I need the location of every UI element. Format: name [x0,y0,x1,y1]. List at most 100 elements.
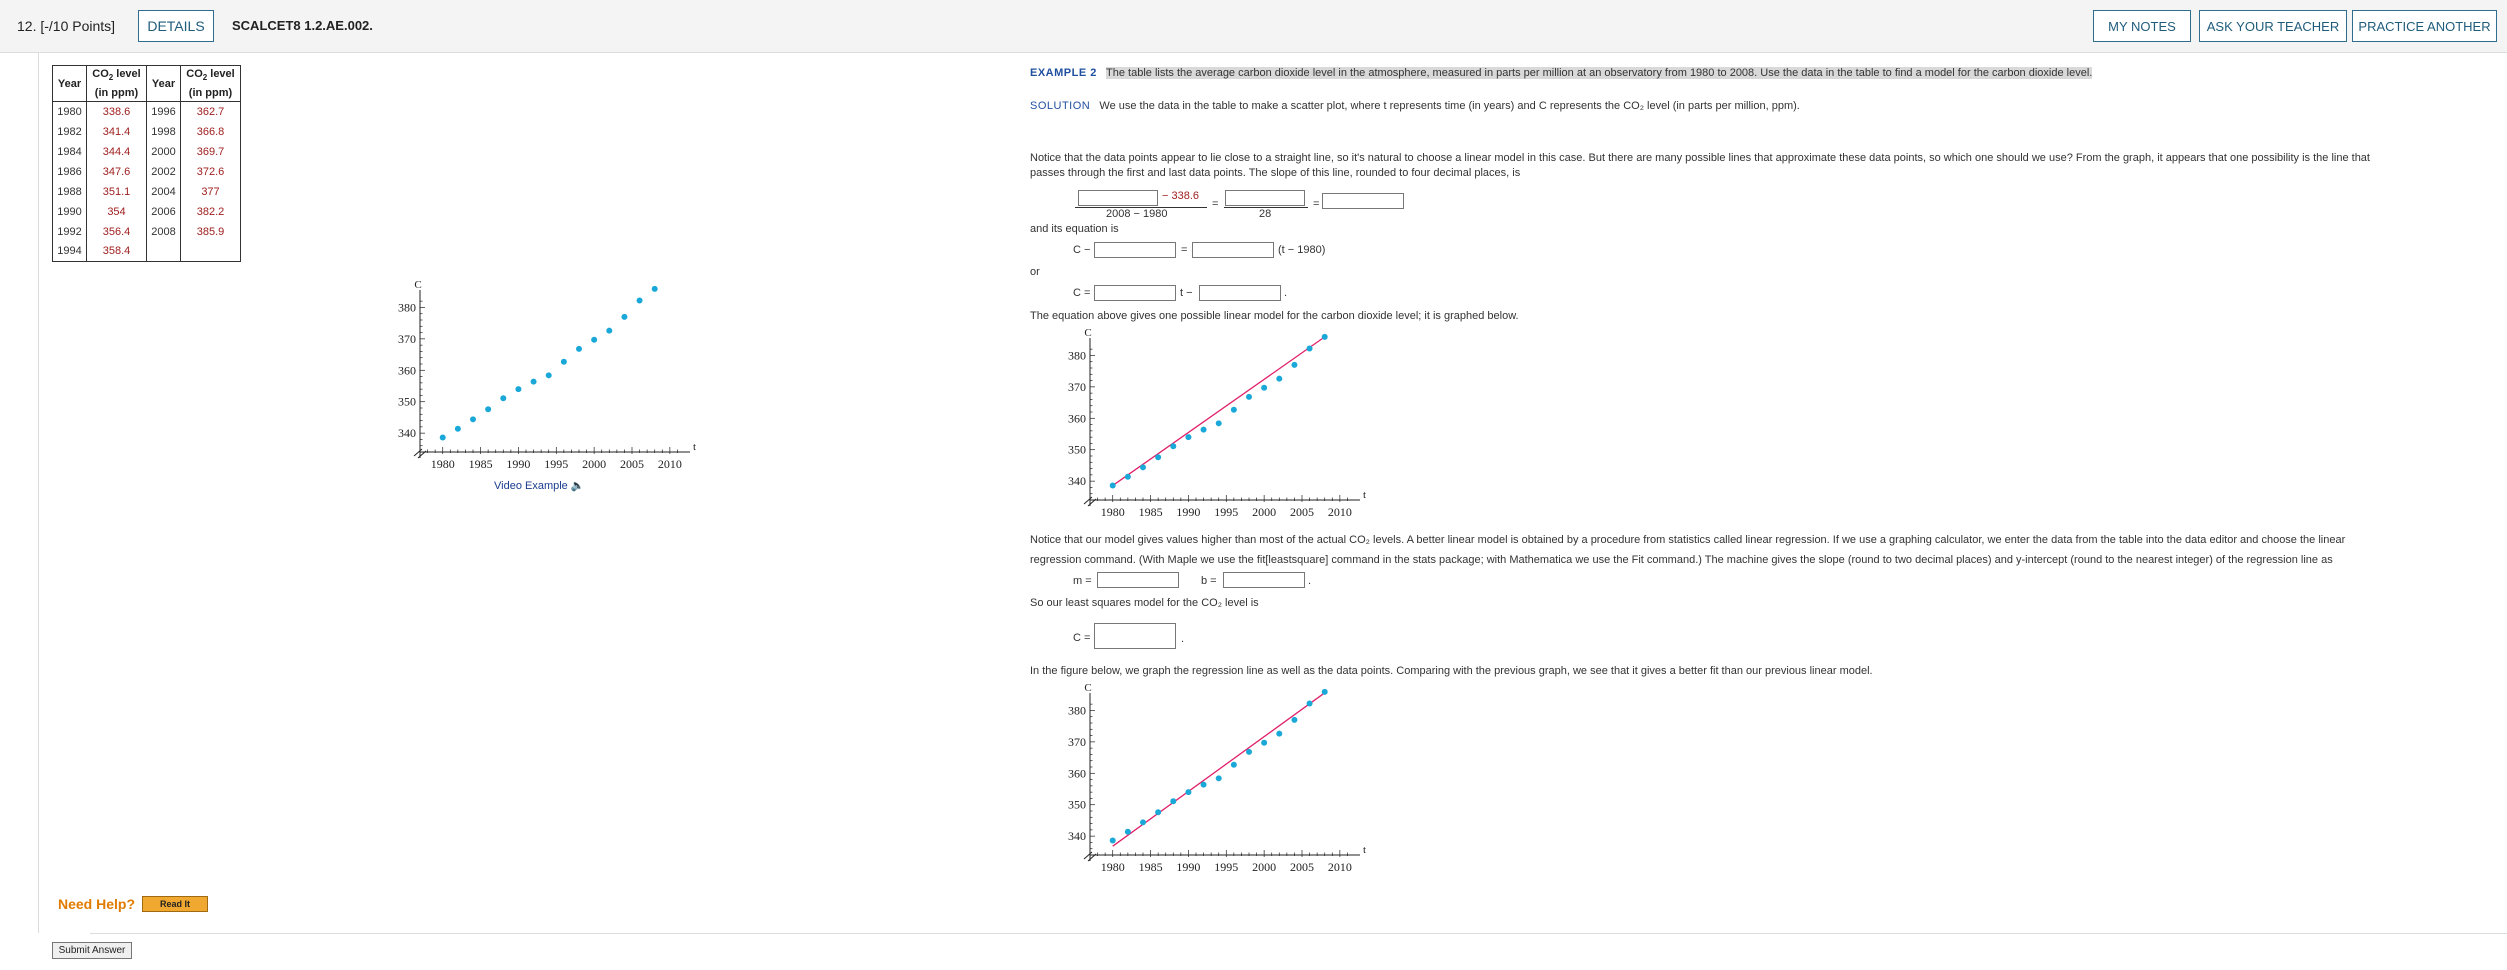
co2-value-cell: 362.7 [180,101,241,122]
data-point [1321,688,1328,695]
data-point [1124,473,1131,480]
table-row: 1980 338.6 1996 362.7 [52,101,241,122]
denominator-2: 28 [1259,208,1272,220]
year-cell: 2006 [146,201,181,222]
co2-value-cell: 366.8 [180,121,241,142]
question-header: 12. [-/10 Points] DETAILS SCALCET8 1.2.A… [0,0,2507,53]
co2-data-table: Year CO2 level (in ppm) Year CO2 level (in… [52,65,241,262]
ask-teacher-button[interactable]: ASK YOUR TEACHER [2199,10,2347,42]
practice-another-button[interactable]: PRACTICE ANOTHER [2352,10,2497,42]
data-point [1246,393,1252,400]
table-row: 1982 341.4 1998 366.8 [52,121,241,142]
y-axis-label: C [1084,683,1091,694]
data-point [1215,775,1222,782]
x-tick-label: 1995 [1214,860,1238,874]
data-point [1321,333,1328,340]
details-button[interactable]: DETAILS [138,10,214,42]
submit-answer-button[interactable]: Submit Answer [52,942,132,959]
data-point [1261,384,1268,391]
example-label: EXAMPLE 2 [1030,67,1097,79]
least-squares-model-input[interactable] [1094,623,1176,649]
x-tick-label: 1990 [1176,860,1200,874]
notice-text-2a: Notice that our model gives values highe… [1030,534,2346,546]
table-row: 1992 356.4 2008 385.9 [52,221,241,242]
b-equals-label: b = [1201,575,1217,587]
data-point [530,378,537,385]
x-tick-label: 1980 [1101,505,1125,519]
equation-slope-input[interactable] [1192,242,1274,258]
y-tick-label: 350 [1068,798,1086,812]
data-point [1306,345,1313,352]
x-tick-label: 1980 [431,457,455,471]
content-left-border [38,53,39,933]
x-tick-label: 2005 [1290,860,1314,874]
y-tick-label: 370 [1068,380,1086,394]
y-tick-label: 350 [398,395,416,409]
data-point [439,434,446,441]
equation-c0-input[interactable] [1094,242,1176,258]
data-point [1109,837,1116,844]
c-equals-label-2: C = [1073,632,1091,644]
slope-numerator-input-2[interactable] [1225,190,1305,206]
data-point [1246,748,1252,755]
table-row: 1990 354 2006 382.2 [52,201,241,222]
year-cell: 1988 [52,181,87,202]
slope-numerator-input[interactable] [1078,190,1158,206]
y-tick-label: 340 [1068,829,1086,843]
period-3: . [1181,633,1185,645]
x-tick-label: 1985 [469,457,493,471]
data-point [621,313,628,320]
data-point [1276,375,1283,382]
slope-result-input[interactable] [1322,193,1404,209]
co2-value-cell: 372.6 [180,161,241,182]
data-point [606,327,613,334]
x-tick-label: 1980 [1101,860,1125,874]
x-tick-label: 2005 [1290,505,1314,519]
co2-value-cell: 358.4 [86,241,147,262]
denominator-1: 2008 − 1980 [1106,208,1168,220]
example-intro: EXAMPLE 2 The table lists the average ca… [1030,67,2093,79]
period-2: . [1308,575,1312,587]
model-line [1112,336,1326,487]
data-point [1200,781,1207,788]
and-equation-text: and its equation is [1030,223,1119,235]
data-point [1170,798,1177,805]
x-tick-label: 1985 [1139,505,1163,519]
equation-b-input[interactable] [1199,285,1281,301]
graphed-below-text: The equation above gives one possible li… [1030,310,1519,322]
co2-value-cell: 341.4 [86,121,147,142]
regression-b-input[interactable] [1223,572,1305,588]
data-point [1185,789,1192,796]
x-tick-label: 1995 [1214,505,1238,519]
c-equals-label: C = [1073,287,1091,299]
question-code: SCALCET8 1.2.AE.002. [232,18,373,33]
data-point [651,285,658,292]
data-point [1291,716,1298,723]
year-cell: 1990 [52,201,87,222]
video-example-link[interactable]: Video Example 🔈 [494,479,585,492]
c-minus-label: C − [1073,244,1091,256]
year-cell: 1982 [52,121,87,142]
regression-m-input[interactable] [1097,572,1179,588]
my-notes-button[interactable]: MY NOTES [2093,10,2191,42]
co2-value-cell: 351.1 [86,181,147,202]
year-cell: 2004 [146,181,181,202]
year-cell: 2000 [146,141,181,162]
year-cell [146,241,181,262]
year-cell: 1992 [52,221,87,242]
x-axis-label: t [1363,844,1366,856]
year-cell: 1996 [146,101,181,122]
notice-text-2b: regression command. (With Maple we use t… [1030,554,2333,566]
equals-sign-1: = [1212,198,1219,210]
data-point [636,297,643,304]
read-it-button[interactable]: Read It [142,896,208,912]
speaker-icon: 🔈 [570,480,585,492]
data-point [560,358,567,365]
example-intro-text: The table lists the average carbon dioxi… [1106,67,2093,79]
table-row: 1994 358.4 [52,241,241,262]
equation-m-input[interactable] [1094,285,1176,301]
co2-value-cell [180,241,241,262]
year-cell: 1998 [146,121,181,142]
x-tick-label: 2000 [1252,860,1276,874]
co2-value-cell: 382.2 [180,201,241,222]
